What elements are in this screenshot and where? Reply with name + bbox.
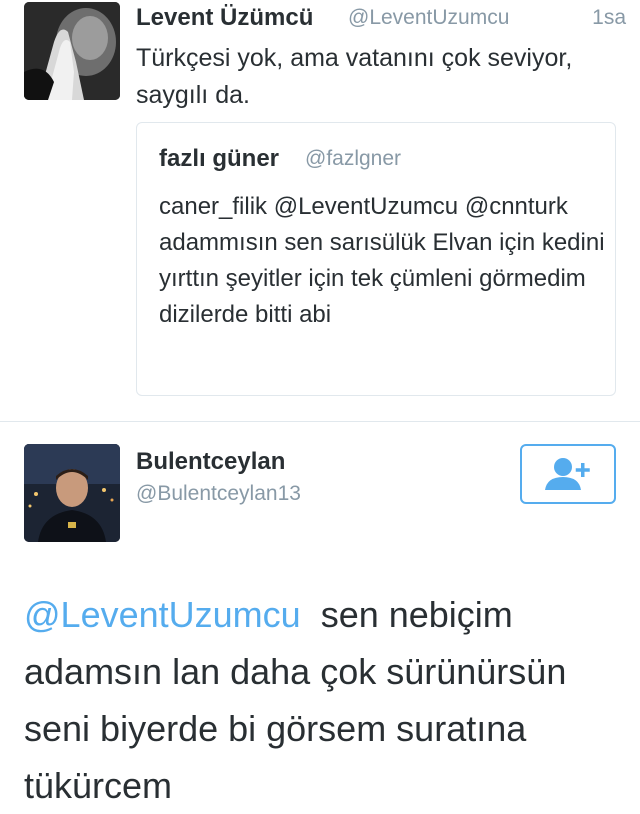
mention-link[interactable]: @LeventUzumcu [24,594,301,635]
levent-author-name[interactable]: Levent Üzümcü [136,4,313,32]
user-photo-icon [24,444,120,542]
main-tweet[interactable]: Bulentceylan @Bulentceylan13 @LeventUzum… [0,422,640,806]
fazli-author-name: fazlı güner [159,145,280,172]
embedded-quote-card[interactable]: fazlı güner @fazlgner caner_filik @Leven… [136,122,616,396]
praying-hands-photo-icon [24,2,120,100]
bulent-avatar[interactable] [24,444,120,542]
tweet-timestamp[interactable]: 1sa [592,6,626,30]
add-user-icon [545,458,590,490]
follow-button[interactable] [520,444,616,504]
quoted-tweet[interactable]: Levent Üzümcü @LeventUzumcu 1sa Türkçesi… [0,0,640,422]
bulent-author-name[interactable]: Bulentceylan [136,448,285,476]
levent-tweet-text: Türkçesi yok, ama vatanını çok seviyor, … [136,44,573,109]
levent-author-handle[interactable]: @LeventUzumcu [348,6,509,30]
levent-avatar[interactable] [24,2,120,100]
main-tweet-text: @LeventUzumcu sen nebiçim adamsın lan da… [24,586,624,814]
bulent-author-handle[interactable]: @Bulentceylan13 [136,482,301,506]
embedded-quote-text: caner_filik @LeventUzumcu @cnnturk adamm… [159,193,605,328]
fazli-author-handle: @fazlgner [305,147,402,170]
